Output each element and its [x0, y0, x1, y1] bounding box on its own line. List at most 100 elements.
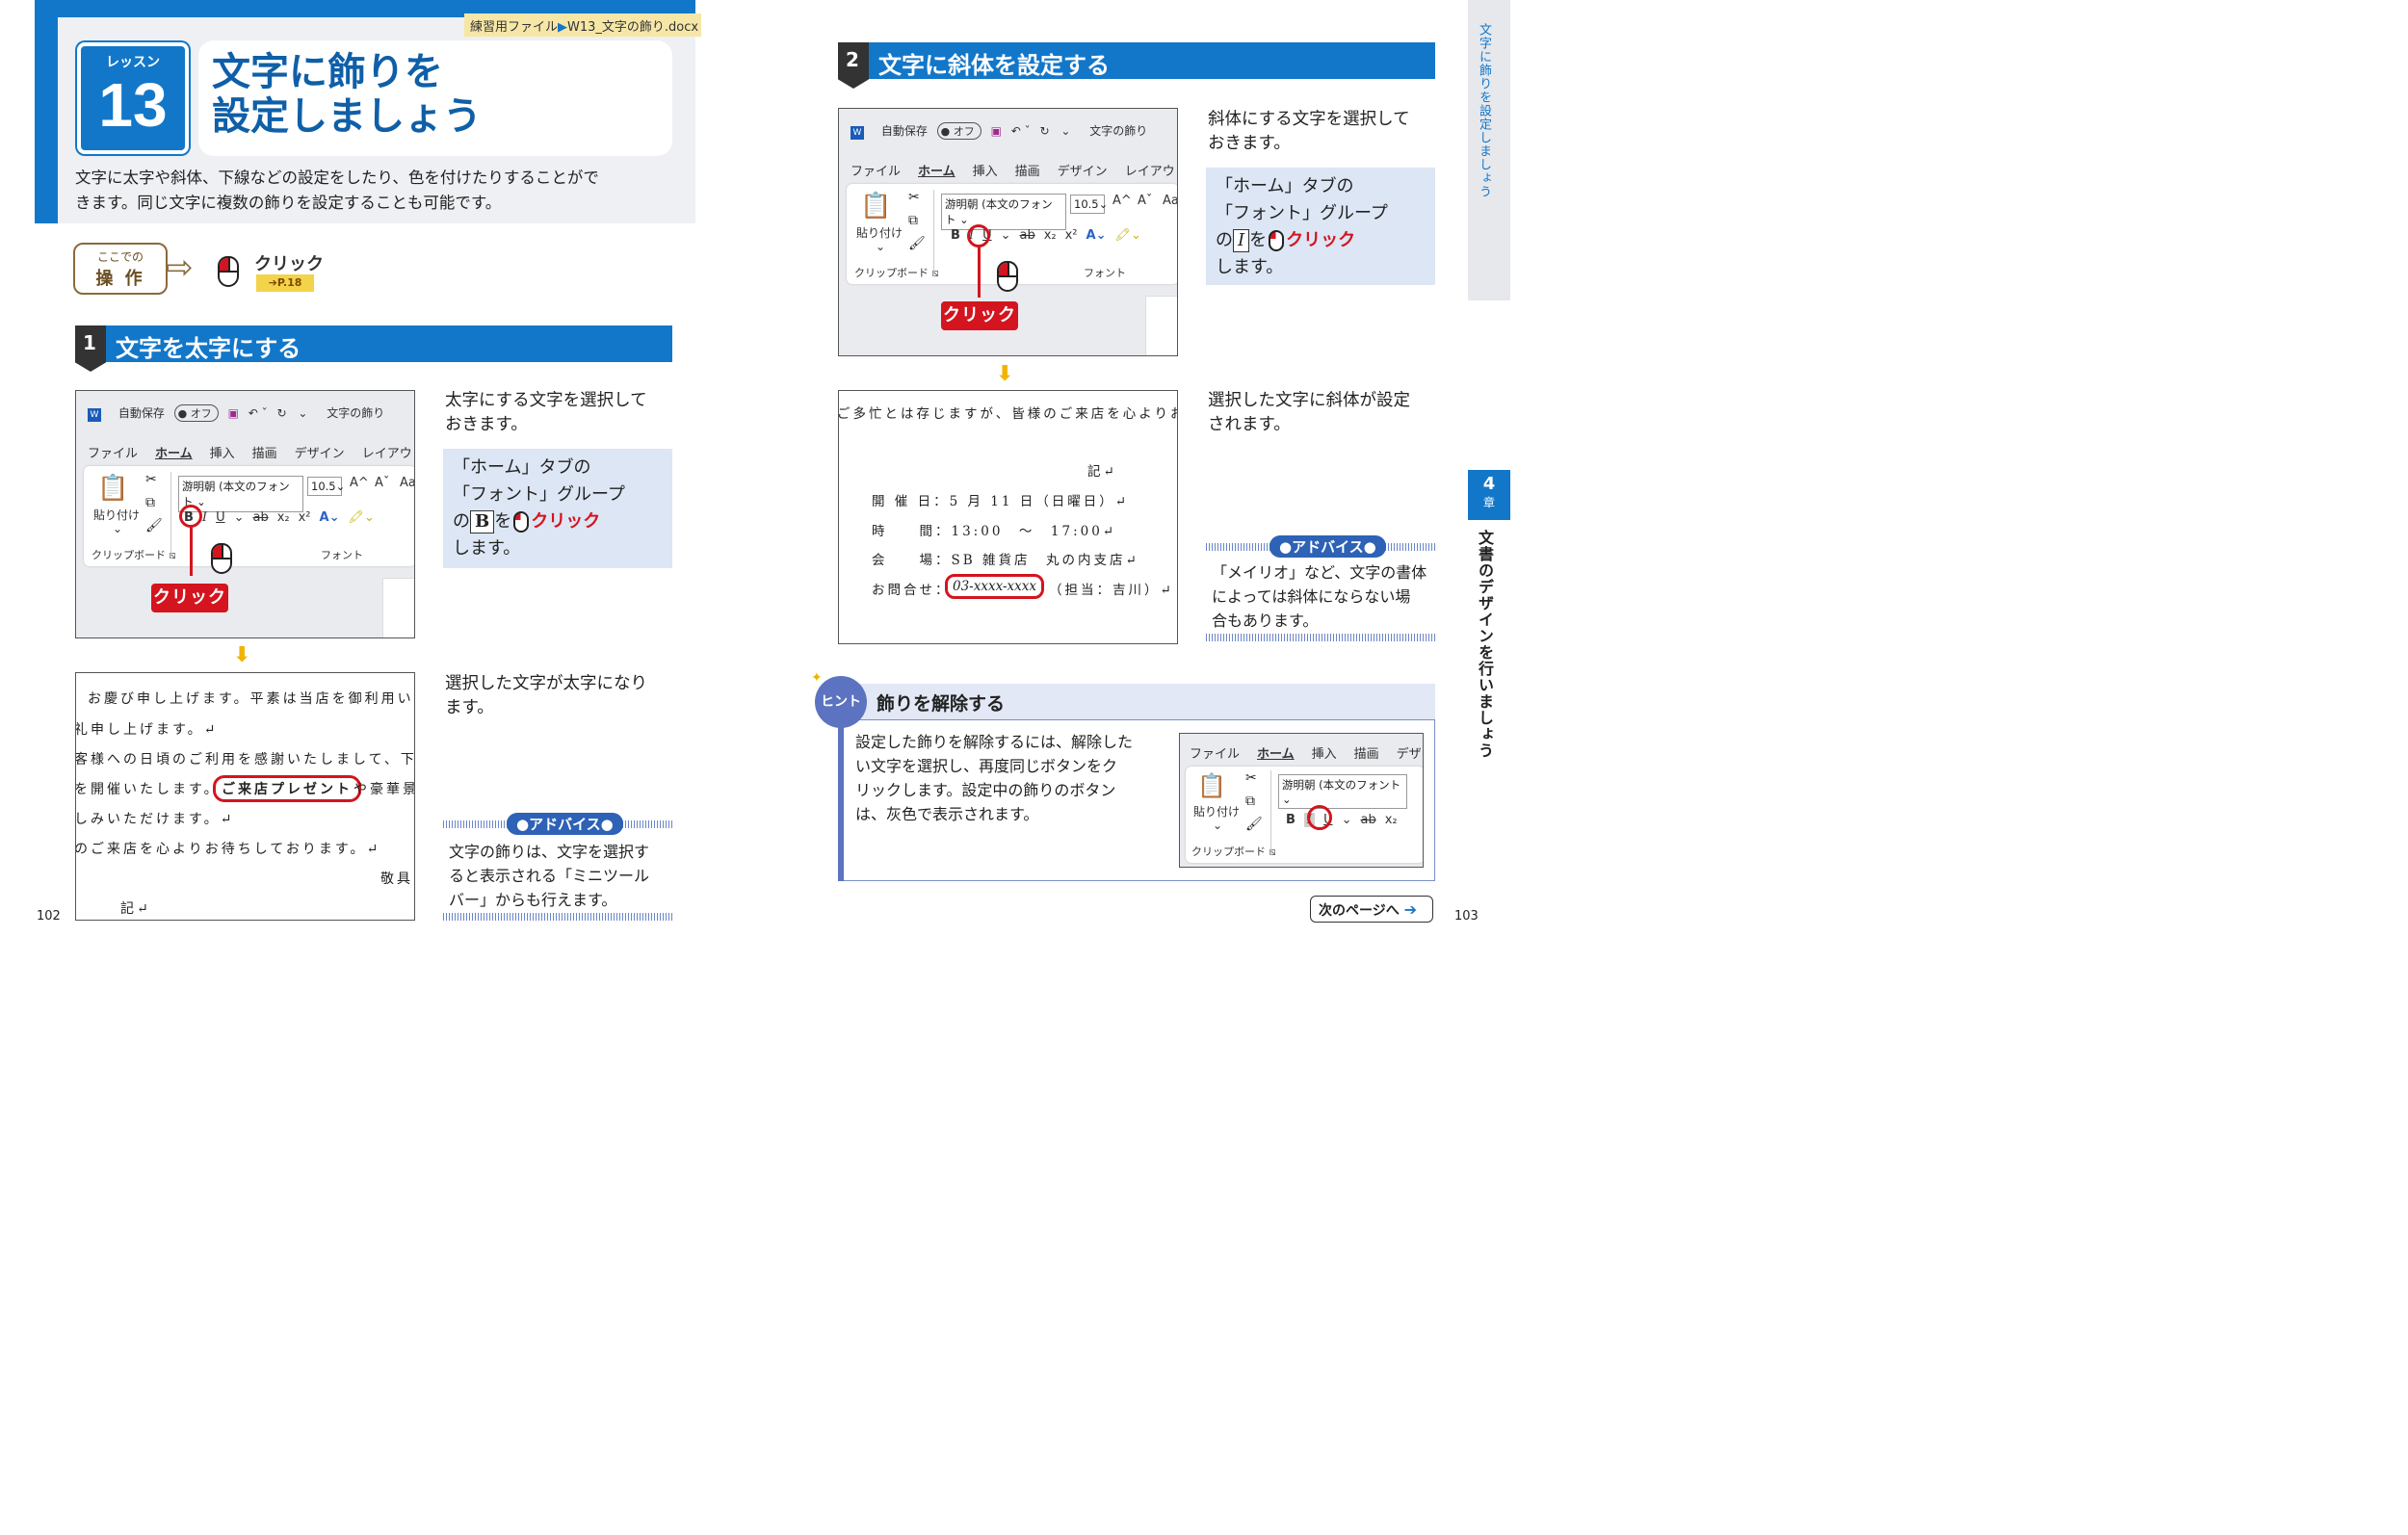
- arrow-down-icon: ⬇: [996, 362, 1014, 386]
- bold-key-icon: B: [470, 510, 495, 533]
- step2-box-line2: 「フォント」グループ: [1216, 203, 1388, 223]
- superscript-button[interactable]: x²: [1065, 228, 1078, 243]
- cut-icon[interactable]: ✂: [145, 472, 157, 487]
- text-effects-icon[interactable]: A⌄: [1086, 228, 1107, 243]
- callout-line: [978, 246, 981, 298]
- operation-arrow-icon: ⇨: [166, 248, 194, 287]
- tab-file[interactable]: ファイル: [1190, 747, 1240, 762]
- step1-text1-line1: 太字にする文字を選択して: [445, 391, 647, 410]
- tab-insert[interactable]: 挿入: [1312, 747, 1337, 762]
- subscript-button[interactable]: x₂: [1044, 228, 1057, 243]
- step2-box-mid: を: [1249, 230, 1268, 250]
- paste-icon[interactable]: 📋: [860, 192, 891, 221]
- tab-design[interactable]: デザイン: [1397, 747, 1423, 762]
- save-icon[interactable]: ▣: [991, 124, 1002, 138]
- strikethrough-button[interactable]: ab: [252, 510, 268, 525]
- chapter-label: 章: [1482, 496, 1495, 509]
- practice-file-label: 練習用ファイル: [470, 20, 559, 35]
- tab-design[interactable]: デザイン: [1058, 165, 1108, 179]
- change-case-icon[interactable]: Aa: [400, 476, 414, 490]
- tab-home[interactable]: ホーム: [155, 447, 193, 461]
- font-size-combo[interactable]: 10.5⌄: [1070, 194, 1108, 214]
- paste-icon[interactable]: 📋: [1197, 772, 1226, 799]
- undo-icon[interactable]: ↶ ˇ: [1011, 124, 1031, 138]
- strikethrough-button[interactable]: ab: [1019, 228, 1034, 243]
- step1-number: 1: [83, 331, 96, 354]
- step1-result-text: 選択した文字が太字になり ます。: [445, 672, 647, 720]
- operation-box: ここでの 操 作: [73, 243, 168, 295]
- tab-insert[interactable]: 挿入: [973, 165, 998, 179]
- arrow-down-icon: ⬇: [233, 643, 251, 667]
- paste-label[interactable]: 貼り付け: [856, 224, 903, 241]
- tab-layout[interactable]: レイアウト: [362, 447, 414, 461]
- redo-icon[interactable]: ↻: [276, 406, 286, 420]
- step2-result-document: ご多忙とは存じますが、皆様のご来店を心よりお 記↵ 開 催 日：5 月 11 日…: [838, 390, 1178, 644]
- tab-draw[interactable]: 描画: [1015, 165, 1040, 179]
- click-callout: クリック: [941, 301, 1018, 330]
- underline-button[interactable]: U: [216, 510, 225, 525]
- paste-dropdown-icon[interactable]: ⌄: [1213, 819, 1222, 832]
- tab-draw[interactable]: 描画: [1354, 747, 1379, 762]
- cut-icon[interactable]: ✂: [1245, 770, 1257, 786]
- save-icon[interactable]: ▣: [228, 406, 239, 420]
- step2-instruction-box: 「ホーム」タブの 「フォント」グループ の I をクリック します。: [1206, 168, 1435, 285]
- font-name-value: 游明朝 (本文のフォント: [945, 197, 1053, 226]
- lesson-title-line1: 文字に飾りを: [212, 50, 443, 94]
- tab-draw[interactable]: 描画: [252, 447, 277, 461]
- bold-button-highlight: [179, 505, 202, 528]
- tab-insert[interactable]: 挿入: [210, 447, 235, 461]
- underline-dropdown-icon[interactable]: ⌄: [1001, 228, 1011, 243]
- bold-button[interactable]: B: [951, 228, 960, 243]
- autosave-toggle[interactable]: ● オフ: [936, 122, 982, 140]
- format-painter-icon[interactable]: 🖌: [145, 518, 163, 533]
- bold-button[interactable]: B: [1286, 813, 1296, 827]
- text-effects-icon[interactable]: A⌄: [320, 510, 340, 525]
- grow-font-icon[interactable]: A^: [1112, 194, 1132, 208]
- paste-label[interactable]: 貼り付け: [1193, 803, 1240, 820]
- italic-button[interactable]: I: [202, 510, 207, 525]
- tab-file[interactable]: ファイル: [851, 165, 901, 179]
- autosave-toggle-label: オフ: [953, 125, 975, 138]
- font-name-combo[interactable]: 游明朝 (本文のフォント ⌄: [1278, 774, 1407, 809]
- lesson-label: レッスン: [106, 55, 160, 70]
- doc-line: お慶び申し上げます。平素は当店を御利用い: [88, 691, 414, 707]
- subscript-button[interactable]: x₂: [277, 510, 290, 525]
- paste-label[interactable]: 貼り付け: [93, 507, 140, 523]
- format-painter-icon[interactable]: 🖌: [908, 236, 926, 251]
- tab-home[interactable]: ホーム: [918, 165, 955, 179]
- underline-dropdown-icon[interactable]: ⌄: [234, 510, 245, 525]
- redo-icon[interactable]: ↻: [1039, 124, 1049, 138]
- superscript-button[interactable]: x²: [299, 510, 311, 525]
- grow-font-icon[interactable]: A^: [350, 476, 369, 490]
- change-case-icon[interactable]: Aa: [1163, 194, 1177, 208]
- paste-icon[interactable]: 📋: [97, 474, 128, 503]
- step2-result-text: 選択した文字に斜体が設定 されます。: [1208, 389, 1410, 437]
- step1-title: 文字を太字にする: [116, 335, 301, 362]
- format-painter-icon[interactable]: 🖌: [1245, 817, 1263, 832]
- undo-icon[interactable]: ↶ ˇ: [249, 406, 268, 420]
- cut-icon[interactable]: ✂: [908, 190, 920, 205]
- doc-line: 客様への日頃のご利用を感謝いたしまして、下: [75, 752, 415, 768]
- paste-dropdown-icon[interactable]: ⌄: [113, 522, 122, 535]
- underline-dropdown-icon[interactable]: ⌄: [1342, 813, 1352, 827]
- tab-file[interactable]: ファイル: [88, 447, 138, 461]
- qat-dropdown-icon[interactable]: ⌄: [298, 406, 307, 420]
- operation-ref[interactable]: ➔P.18: [256, 274, 314, 292]
- subscript-button[interactable]: x₂: [1385, 813, 1398, 827]
- highlight-icon[interactable]: 🖍⌄: [348, 510, 374, 525]
- qat-dropdown-icon[interactable]: ⌄: [1060, 124, 1070, 138]
- shrink-font-icon[interactable]: Aˇ: [1138, 194, 1152, 208]
- autosave-toggle[interactable]: ● オフ: [173, 404, 219, 422]
- tab-design[interactable]: デザイン: [295, 447, 345, 461]
- next-page-button[interactable]: 次のページへ ➔: [1310, 896, 1433, 923]
- copy-icon[interactable]: ⧉: [908, 213, 918, 228]
- copy-icon[interactable]: ⧉: [1245, 794, 1255, 809]
- strikethrough-button[interactable]: ab: [1360, 813, 1375, 827]
- font-size-combo[interactable]: 10.5⌄: [307, 476, 345, 496]
- copy-icon[interactable]: ⧉: [145, 495, 155, 510]
- shrink-font-icon[interactable]: Aˇ: [375, 476, 389, 490]
- highlight-icon[interactable]: 🖍⌄: [1114, 228, 1140, 243]
- paste-dropdown-icon[interactable]: ⌄: [876, 240, 885, 253]
- tab-home[interactable]: ホーム: [1257, 747, 1295, 762]
- tab-layout[interactable]: レイアウト: [1125, 165, 1177, 179]
